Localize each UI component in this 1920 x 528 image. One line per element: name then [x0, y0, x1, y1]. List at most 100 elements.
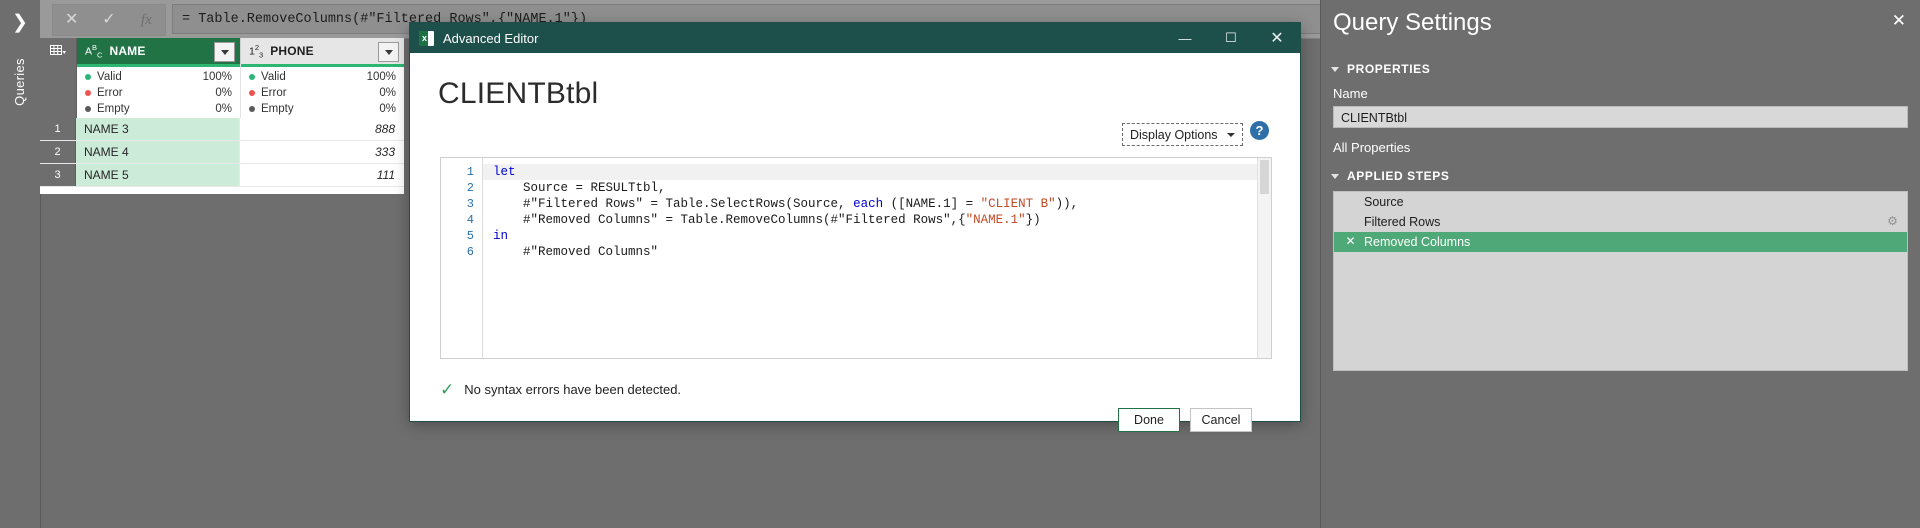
- quality-label: Valid: [97, 71, 122, 83]
- dialog-body: CLIENTBtbl Display Options ? 1 2 3 4 5 6…: [410, 53, 1300, 432]
- quality-label: Valid: [261, 71, 286, 83]
- quality-label: Error: [97, 87, 123, 99]
- column-filter-button-phone[interactable]: [378, 42, 399, 62]
- excel-icon: [419, 30, 434, 46]
- column-quality-row: Valid 100% Error 0% Empty 0% Valid 100%: [40, 64, 404, 118]
- dialog-buttons: Done Cancel: [1118, 408, 1252, 432]
- applied-step-removed-columns[interactable]: ✕ Removed Columns: [1334, 232, 1907, 252]
- advanced-editor-dialog: Advanced Editor — ☐ ✕ CLIENTBtbl Display…: [410, 23, 1300, 432]
- maximize-button[interactable]: ☐: [1208, 23, 1254, 53]
- select-all-columns-icon[interactable]: [40, 38, 77, 64]
- collapse-triangle-icon: [1331, 66, 1339, 72]
- syntax-status-text: No syntax errors have been detected.: [464, 382, 682, 397]
- error-dot-icon: [249, 90, 255, 96]
- column-header-phone[interactable]: 123 PHONE: [240, 38, 404, 64]
- line-number-gutter: 1 2 3 4 5 6: [441, 158, 483, 358]
- applied-steps-section-header[interactable]: APPLIED STEPS: [1331, 169, 1920, 183]
- applied-step-label: Filtered Rows: [1364, 215, 1441, 229]
- line-number: 5: [466, 229, 474, 243]
- error-dot-icon: [85, 90, 91, 96]
- checkmark-icon: ✓: [440, 380, 455, 399]
- column-header-name[interactable]: ABC NAME: [77, 38, 240, 64]
- code-line: let: [483, 164, 1257, 180]
- applied-step-filtered-rows[interactable]: Filtered Rows ⚙: [1334, 212, 1907, 232]
- code-lines[interactable]: let Source = RESULTtbl, #"Filtered Rows"…: [483, 158, 1257, 358]
- line-number: 6: [466, 245, 474, 259]
- cell-name[interactable]: NAME 4: [76, 141, 239, 163]
- quality-value: 0%: [215, 103, 232, 115]
- editor-scrollbar[interactable]: [1257, 158, 1271, 358]
- line-number: 3: [466, 197, 474, 211]
- query-settings-title: Query Settings: [1333, 9, 1492, 36]
- quality-empty-row: Empty 0%: [85, 101, 232, 117]
- minimize-button[interactable]: —: [1162, 23, 1208, 53]
- properties-heading-label: PROPERTIES: [1347, 62, 1431, 76]
- row-number: 1: [40, 118, 76, 140]
- properties-section-header[interactable]: PROPERTIES: [1331, 62, 1920, 76]
- applied-steps-list: Source Filtered Rows ⚙ ✕ Removed Columns: [1333, 191, 1908, 371]
- cancel-button[interactable]: Cancel: [1190, 408, 1252, 432]
- dialog-title-bar[interactable]: Advanced Editor — ☐ ✕: [410, 23, 1300, 53]
- applied-steps-heading-label: APPLIED STEPS: [1347, 169, 1450, 183]
- queries-pane-collapsed: ❯ Queries: [0, 0, 41, 528]
- code-editor[interactable]: 1 2 3 4 5 6 let Source = RESULTtbl, #"Fi…: [440, 157, 1272, 359]
- query-name-input[interactable]: CLIENTBtbl: [1333, 106, 1908, 128]
- formula-accept-icon[interactable]: ✓: [90, 6, 127, 34]
- number-type-icon: 123: [249, 42, 264, 60]
- table-row[interactable]: 3 NAME 5 111: [40, 164, 404, 187]
- cell-name[interactable]: NAME 5: [76, 164, 239, 186]
- gear-icon[interactable]: ⚙: [1886, 215, 1899, 228]
- applied-step-source[interactable]: Source: [1334, 192, 1907, 212]
- code-line: Source = RESULTtbl,: [493, 181, 666, 195]
- grid-header-row: ABC NAME 123 PHONE: [40, 38, 404, 64]
- code-line: #"Filtered Rows" = Table.SelectRows(Sour…: [493, 197, 1079, 211]
- cell-phone[interactable]: 888: [239, 118, 403, 140]
- display-options-label: Display Options: [1130, 127, 1218, 142]
- scrollbar-thumb[interactable]: [1260, 160, 1269, 194]
- done-button[interactable]: Done: [1118, 408, 1180, 432]
- column-filter-button-name[interactable]: [214, 42, 235, 62]
- row-number: 3: [40, 164, 76, 186]
- close-query-settings-icon[interactable]: ✕: [1892, 12, 1906, 30]
- cell-phone[interactable]: 111: [239, 164, 403, 186]
- query-settings-pane: Query Settings ✕ PROPERTIES Name CLIENTB…: [1320, 0, 1920, 528]
- quality-value: 100%: [366, 71, 396, 83]
- line-number: 2: [466, 181, 474, 195]
- table-row[interactable]: 2 NAME 4 333: [40, 141, 404, 164]
- quality-error-row: Error 0%: [249, 85, 396, 101]
- close-icon[interactable]: ✕: [1254, 23, 1300, 53]
- display-options-dropdown[interactable]: Display Options: [1122, 123, 1243, 146]
- expand-queries-icon[interactable]: ❯: [8, 10, 32, 36]
- quality-bar: [77, 64, 240, 67]
- line-number: 4: [466, 213, 474, 227]
- column-quality-name: Valid 100% Error 0% Empty 0%: [77, 64, 240, 118]
- quality-value: 0%: [215, 87, 232, 99]
- quality-value: 100%: [202, 71, 232, 83]
- line-number: 1: [466, 165, 474, 179]
- formula-cancel-icon[interactable]: ✕: [53, 6, 90, 34]
- quality-bar: [241, 64, 404, 67]
- cell-phone[interactable]: 333: [239, 141, 403, 163]
- dialog-title: Advanced Editor: [443, 30, 539, 46]
- quality-valid-row: Valid 100%: [85, 69, 232, 85]
- insert-function-icon[interactable]: fx: [128, 6, 165, 34]
- chevron-down-icon: [1226, 132, 1235, 137]
- quality-corner-spacer: [40, 64, 77, 118]
- applied-step-label: Removed Columns: [1364, 235, 1471, 249]
- all-properties-link[interactable]: All Properties: [1333, 140, 1920, 155]
- quality-error-row: Error 0%: [85, 85, 232, 101]
- valid-dot-icon: [249, 74, 255, 80]
- column-header-label: PHONE: [270, 44, 314, 58]
- valid-dot-icon: [85, 74, 91, 80]
- cell-name[interactable]: NAME 3: [76, 118, 239, 140]
- delete-step-icon[interactable]: ✕: [1344, 235, 1357, 248]
- empty-dot-icon: [85, 106, 91, 112]
- formula-bar-buttons: ✕ ✓ fx: [52, 4, 166, 36]
- code-line: in: [493, 229, 509, 243]
- quality-label: Error: [261, 87, 287, 99]
- quality-value: 0%: [379, 87, 396, 99]
- quality-label: Empty: [97, 103, 130, 115]
- help-icon[interactable]: ?: [1250, 121, 1269, 140]
- table-row[interactable]: 1 NAME 3 888: [40, 118, 404, 141]
- collapse-triangle-icon: [1331, 173, 1339, 179]
